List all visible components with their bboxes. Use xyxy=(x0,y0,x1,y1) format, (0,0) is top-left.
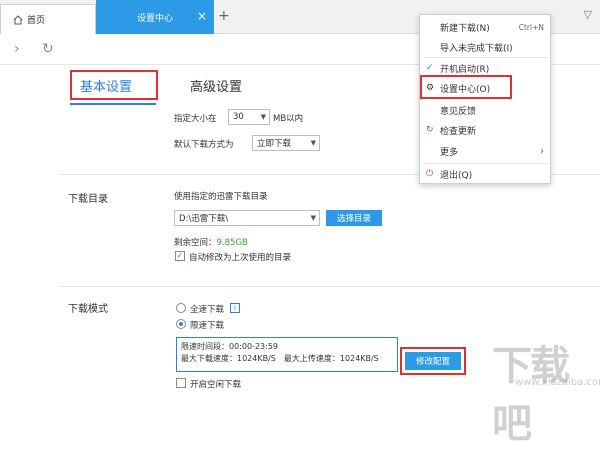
free-space-value: 9.85GB xyxy=(216,238,248,248)
size-limit-select[interactable]: 30 ▼ xyxy=(228,109,270,125)
main-menu: 新建下载(N) Ctrl+N 导入未完成下载(I) ✓ 开机启动(R) ⚙ 设置… xyxy=(419,14,551,184)
info-icon[interactable]: i xyxy=(230,303,240,313)
refresh-icon: ↻ xyxy=(426,125,434,135)
check-icon: ✓ xyxy=(426,63,434,73)
active-tab-indicator xyxy=(70,103,156,105)
limit-speed-label: 限速下载 xyxy=(190,321,225,331)
tab-advanced-settings[interactable]: 高级设置 xyxy=(190,76,242,95)
menu-item-check-update[interactable]: ↻ 检查更新 xyxy=(420,120,552,140)
menu-item-import[interactable]: 导入未完成下载(I) xyxy=(420,37,552,57)
tab-home-label: 首页 xyxy=(27,16,46,26)
chevron-down-icon: ▼ xyxy=(310,214,316,222)
add-tab-icon[interactable]: + xyxy=(218,8,230,24)
idle-download-label: 开启空闲下载 xyxy=(190,380,242,390)
free-space-label: 剩余空间：9.85GB xyxy=(174,236,248,248)
window-controls: ▽ xyxy=(584,8,592,21)
watermark-url: www.xiazaiba.com xyxy=(515,377,600,388)
limit-speed-radio[interactable] xyxy=(176,319,186,329)
full-speed-radio[interactable] xyxy=(176,303,186,313)
tab-settings-center[interactable]: 设置中心 × xyxy=(96,0,214,34)
download-method-value: 立即下载 xyxy=(257,139,292,149)
auto-modify-checkbox[interactable]: ✓ xyxy=(175,251,185,261)
download-dir-hint: 使用指定的迅雷下载目录 xyxy=(174,192,268,202)
chevron-down-icon: ▼ xyxy=(260,113,266,121)
speed-limit-box: 限速时间段：00:00-23:59 最大下载速度：1024KB/S 最大上传速度… xyxy=(176,337,398,372)
watermark-logo: 下载吧 xyxy=(492,343,570,447)
highlight-box-basic-settings xyxy=(70,70,158,100)
menu-item-new-download[interactable]: 新建下载(N) Ctrl+N xyxy=(420,17,552,37)
free-space-label-text: 剩余空间： xyxy=(174,238,217,248)
menu-item-label: 导入未完成下载(I) xyxy=(440,43,513,54)
section-divider xyxy=(60,286,600,287)
menu-item-label: 退出(Q) xyxy=(440,170,473,181)
power-icon: ⏻ xyxy=(426,169,434,179)
limit-time-text: 限速时间段：00:00-23:59 xyxy=(181,342,278,351)
size-unit-label: MB以内 xyxy=(273,114,304,124)
chevron-right-icon: › xyxy=(540,145,544,157)
menu-item-label: 更多 xyxy=(440,147,459,158)
menu-item-more[interactable]: 更多 › xyxy=(420,141,552,161)
limit-speed-text: 最大下载速度：1024KB/S 最大上传速度：1024KB/S xyxy=(181,354,379,363)
menu-item-label: 检查更新 xyxy=(440,126,477,137)
refresh-icon[interactable]: ↻ xyxy=(42,41,54,57)
download-dir-section-label: 下载目录 xyxy=(68,194,108,205)
menu-item-label: 意见反馈 xyxy=(440,106,477,117)
close-icon[interactable]: × xyxy=(197,9,207,23)
menu-item-exit[interactable]: ⏻ 退出(Q) xyxy=(420,164,552,184)
highlight-box-settings-center xyxy=(420,75,512,99)
size-limit-value: 30 xyxy=(233,112,244,122)
tab-home[interactable]: 首页 xyxy=(0,4,96,34)
idle-download-checkbox[interactable] xyxy=(176,378,186,388)
highlight-box-modify-config xyxy=(400,347,466,375)
chevron-down-icon: ▼ xyxy=(310,139,316,147)
menu-item-label: 开机启动(R) xyxy=(440,64,490,75)
download-method-select[interactable]: 立即下载 ▼ xyxy=(252,135,320,151)
menu-item-shortcut: Ctrl+N xyxy=(518,22,544,32)
home-icon xyxy=(13,14,23,24)
full-speed-label: 全速下载 xyxy=(190,305,225,315)
forward-icon[interactable]: › xyxy=(14,41,20,57)
download-dir-path[interactable]: D:\迅雷下载\ ▼ xyxy=(174,210,320,226)
auto-modify-label: 自动修改为上次使用的目录 xyxy=(189,253,292,263)
download-dir-path-value: D:\迅雷下载\ xyxy=(179,214,229,224)
menu-icon[interactable]: ▽ xyxy=(584,8,592,21)
menu-item-feedback[interactable]: 意见反馈 xyxy=(420,100,552,120)
tab-settings-center-label: 设置中心 xyxy=(136,13,173,24)
download-mode-section-label: 下载模式 xyxy=(68,304,108,315)
download-method-label: 默认下载方式为 xyxy=(174,140,234,150)
choose-directory-button[interactable]: 选择目录 xyxy=(326,210,382,226)
menu-item-label: 新建下载(N) xyxy=(440,23,490,34)
size-limit-label: 指定大小在 xyxy=(174,114,217,124)
